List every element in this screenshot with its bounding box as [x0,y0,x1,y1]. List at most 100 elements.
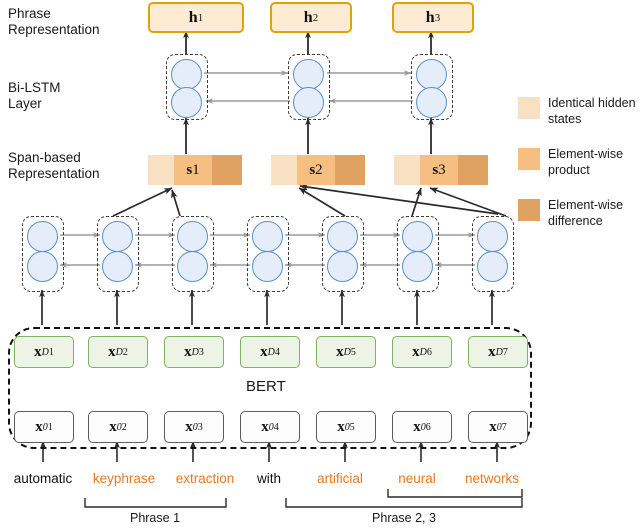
figure-canvas: Phrase Representation Bi-LSTM Layer Span… [0,0,640,530]
bert-deep-token-6[interactable]: xD6 [392,336,452,368]
phrase-bracket-lines [84,489,523,508]
bert-deep-token-2[interactable]: xD2 [88,336,148,368]
bert-input-token-4-sub: 4 [273,421,279,433]
lower-cell-2-forward-node [102,221,133,252]
span-s1-difference-segment [212,155,242,185]
upper-cell-1-backward-node [171,87,202,118]
legend-text-element-wise-product: Element-wise product [548,147,624,177]
bert-input-token-4[interactable]: x04 [240,411,300,443]
bert-deep-token-2-sub: 2 [122,346,128,358]
bracket-label-phrase-1: Phrase 1 [129,511,181,525]
bert-deep-token-7-sup: D [495,346,503,358]
span-representation-s1[interactable]: s1 [148,155,242,185]
bert-deep-token-2-sup: D [115,346,123,358]
phrase-output-h1[interactable]: h1 [148,2,244,33]
legend-text-identical-hidden-states: Identical hidden states [548,96,636,126]
bert-input-token-4-symbol: x [261,418,269,435]
bert-deep-token-3-symbol: x [184,343,192,360]
phrase-output-h3-index: 3 [434,11,441,24]
bert-deep-token-1-symbol: x [34,343,42,360]
word-with: with [256,471,282,486]
bert-deep-token-3-sub: 3 [198,346,204,358]
lower-cell-1-backward-node [27,251,58,282]
phrase-output-h2[interactable]: h2 [270,2,352,33]
span-s1-product-segment: s1 [174,155,212,185]
phrase-output-h1-index: 1 [197,11,204,24]
upper-cell-1-forward-node [171,59,202,90]
span-s1-identical-segment [148,155,174,185]
phrase-output-h3[interactable]: h3 [392,2,474,33]
bert-input-token-2[interactable]: x02 [88,411,148,443]
bert-deep-token-5-sub: 5 [350,346,356,358]
bert-deep-token-3-sup: D [191,346,199,358]
legend-text-element-wise-difference: Element-wise difference [548,198,624,228]
bert-deep-token-7[interactable]: xD7 [468,336,528,368]
bert-input-token-1-sub: 1 [47,421,53,433]
upper-cell-2-backward-node [293,87,324,118]
lower-cell-6-backward-node [402,251,433,282]
span-s3-index: 3 [438,161,446,178]
lower-cell-3-forward-node [177,221,208,252]
bert-deep-token-6-sub: 6 [426,346,432,358]
bert-input-token-5[interactable]: x05 [316,411,376,443]
bert-input-token-1-symbol: x [35,418,43,435]
lower-cell-6-forward-node [402,221,433,252]
span-representation-s3[interactable]: s3 [394,155,488,185]
legend-swatch-identical-hidden-states [518,97,540,119]
bert-deep-token-1[interactable]: xD1 [14,336,74,368]
bert-input-token-3[interactable]: x03 [164,411,224,443]
bert-deep-token-3[interactable]: xD3 [164,336,224,368]
bert-deep-token-4-sub: 4 [274,346,280,358]
lower-cell-5-forward-node [327,221,358,252]
bert-deep-token-6-sup: D [419,346,427,358]
span-s3-difference-segment [458,155,488,185]
lower-cell-4-backward-node [252,251,283,282]
phrase-output-h2-index: 2 [312,11,319,24]
arrows-lower-lstm-to-span [112,183,507,217]
bert-deep-token-5-sup: D [343,346,351,358]
lower-cell-7-backward-node [477,251,508,282]
word-neural: neural [398,471,436,486]
bert-input-token-7[interactable]: x07 [468,411,528,443]
lower-cell-4-forward-node [252,221,283,252]
bert-deep-token-7-symbol: x [488,343,496,360]
label-span-based-representation: Span-based Representation [8,150,100,181]
arrows-upper-lstm-to-phrase [183,30,434,54]
bert-deep-token-5[interactable]: xD5 [316,336,376,368]
word-automatic: automatic [13,471,73,486]
bert-input-token-2-sub: 2 [121,421,127,433]
upper-cell-2-forward-node [293,59,324,90]
span-s2-difference-segment [335,155,365,185]
bert-input-token-1[interactable]: x01 [14,411,74,443]
upper-cell-3-backward-node [416,87,447,118]
bracket-label-phrase-2-3: Phrase 2, 3 [372,511,436,525]
arrows-span-to-upper-lstm [183,117,434,154]
bert-input-token-7-symbol: x [489,418,497,435]
bert-deep-token-5-symbol: x [336,343,344,360]
label-bilstm-layer: Bi-LSTM Layer [8,80,61,111]
bert-input-token-5-sub: 5 [349,421,355,433]
word-keyphrase: keyphrase [92,471,156,486]
bert-input-token-3-symbol: x [185,418,193,435]
bert-input-token-3-sub: 3 [197,421,203,433]
bert-deep-token-1-sup: D [41,346,49,358]
bert-deep-token-7-sub: 7 [502,346,508,358]
phrase-output-h3-symbol: h [425,8,435,26]
bert-deep-token-6-symbol: x [412,343,420,360]
bert-deep-token-2-symbol: x [108,343,116,360]
label-phrase-representation: Phrase Representation [8,6,100,37]
bert-input-token-7-sub: 7 [501,421,507,433]
bert-deep-token-1-sub: 1 [48,346,54,358]
bert-label: BERT [246,378,286,395]
span-s1-index: 1 [192,161,200,178]
span-representation-s2[interactable]: s2 [271,155,365,185]
lower-cell-5-backward-node [327,251,358,282]
phrase-output-h1-symbol: h [188,8,198,26]
bert-deep-token-4[interactable]: xD4 [240,336,300,368]
bert-input-token-6[interactable]: x06 [392,411,452,443]
word-artificial: artificial [317,471,363,486]
span-s3-identical-segment [394,155,420,185]
legend-swatch-element-wise-difference [518,199,540,221]
bert-input-token-6-sub: 6 [425,421,431,433]
span-s2-identical-segment [271,155,297,185]
